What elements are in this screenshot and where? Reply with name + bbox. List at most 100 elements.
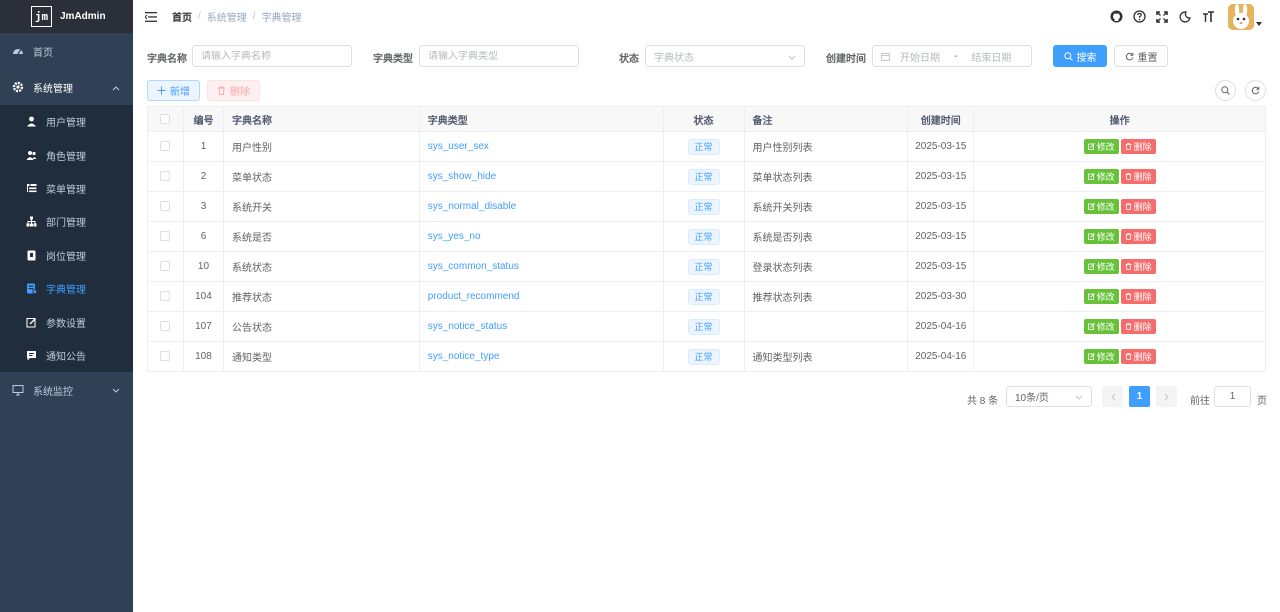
sidebar-item-menu[interactable]: 菜单管理: [0, 172, 133, 205]
delete-button[interactable]: 删除: [1120, 169, 1156, 184]
date-range-picker[interactable]: 开始日期 - 结束日期: [872, 45, 1032, 67]
row-actions: 修改 删除: [973, 221, 1266, 252]
sidebar-item-label: 通知公告: [46, 351, 86, 363]
row-checkbox[interactable]: [160, 171, 171, 182]
toggle-search-button[interactable]: [1215, 80, 1236, 101]
row-actions: 修改 删除: [973, 251, 1266, 282]
goto-page-input[interactable]: 1: [1214, 386, 1251, 407]
edit-icon: [1087, 263, 1095, 270]
delete-button[interactable]: 删除: [1120, 229, 1156, 244]
end-date-placeholder[interactable]: 结束日期: [971, 49, 1011, 64]
reset-button[interactable]: 重置: [1114, 45, 1168, 67]
delete-button[interactable]: 删除: [1120, 259, 1156, 274]
row-actions: 修改 删除: [973, 161, 1266, 192]
row-checkbox[interactable]: [160, 141, 171, 152]
dict-type-link[interactable]: sys_show_hide: [428, 171, 496, 182]
page-size-select[interactable]: 10条/页: [1006, 386, 1092, 407]
sidebar-item-role[interactable]: 角色管理: [0, 138, 133, 171]
edit-button[interactable]: 修改: [1083, 319, 1119, 334]
trash-icon: [1125, 293, 1132, 300]
dict-type-link[interactable]: product_recommend: [428, 291, 520, 302]
caret-down-icon[interactable]: [1256, 18, 1262, 29]
refresh-icon: [1251, 86, 1260, 95]
chevron-down-icon: [788, 53, 796, 64]
fullscreen-icon[interactable]: [1155, 10, 1169, 24]
delete-button-label: 删除: [1133, 322, 1152, 332]
start-date-placeholder[interactable]: 开始日期: [900, 49, 940, 64]
sidebar-item-dept[interactable]: 部门管理: [0, 205, 133, 238]
breadcrumb-home[interactable]: 首页: [172, 9, 192, 24]
moon-icon[interactable]: [1178, 10, 1192, 24]
dict-remark: 通知类型列表: [744, 341, 909, 372]
refresh-icon: [1125, 52, 1134, 61]
status-select[interactable]: 字典状态: [645, 45, 805, 67]
prev-page-button[interactable]: [1102, 386, 1123, 407]
status-badge: 正常: [687, 168, 720, 185]
dict-type-link[interactable]: sys_notice_status: [428, 321, 508, 332]
breadcrumb-current: 字典管理: [261, 13, 302, 24]
row-checkbox[interactable]: [160, 321, 171, 332]
sidebar-item-notice[interactable]: 通知公告: [0, 339, 133, 372]
github-icon[interactable]: [1109, 10, 1123, 24]
trash-icon: [1125, 143, 1132, 150]
delete-button[interactable]: 删除: [1120, 289, 1156, 304]
dashboard-icon: [12, 45, 24, 57]
batch-delete-button[interactable]: 删除: [207, 80, 260, 101]
breadcrumb-separator: /: [198, 11, 201, 22]
delete-button[interactable]: 删除: [1120, 139, 1156, 154]
dict-name-input[interactable]: [201, 50, 351, 62]
edit-button[interactable]: 修改: [1083, 169, 1119, 184]
delete-button[interactable]: 删除: [1120, 199, 1156, 214]
dict-type-link[interactable]: sys_normal_disable: [428, 201, 516, 212]
sidebar-item-user[interactable]: 用户管理: [0, 105, 133, 138]
sidebar-item-config[interactable]: 参数设置: [0, 305, 133, 338]
avatar[interactable]: [1228, 3, 1254, 30]
add-button[interactable]: 新增: [147, 80, 200, 101]
dict-name-field[interactable]: [192, 45, 352, 67]
plus-icon: [157, 86, 166, 95]
select-all-checkbox[interactable]: [160, 113, 171, 124]
dict-type-field[interactable]: [419, 45, 579, 67]
hamburger-icon[interactable]: [144, 10, 158, 24]
dict-type-link[interactable]: sys_user_sex: [428, 141, 489, 152]
sidebar-item-monitor[interactable]: 系统监控: [0, 372, 133, 408]
edit-button[interactable]: 修改: [1083, 289, 1119, 304]
row-checkbox[interactable]: [160, 261, 171, 272]
delete-button[interactable]: 删除: [1120, 349, 1156, 364]
dict-type-link[interactable]: sys_common_status: [428, 261, 519, 272]
sidebar-item-home[interactable]: 首页: [0, 33, 133, 69]
row-checkbox[interactable]: [160, 201, 171, 212]
dict-name: 推荐状态: [223, 281, 420, 312]
dict-type-label: 字典类型: [373, 54, 413, 65]
reset-button-label: 重置: [1137, 52, 1158, 64]
edit-button[interactable]: 修改: [1083, 229, 1119, 244]
dict-type-link[interactable]: sys_notice_type: [428, 351, 500, 362]
sidebar-item-post[interactable]: 岗位管理: [0, 239, 133, 272]
row-checkbox[interactable]: [160, 291, 171, 302]
row-actions: 修改 删除: [973, 341, 1266, 372]
row-checkbox[interactable]: [160, 351, 171, 362]
search-button[interactable]: 搜索: [1053, 45, 1107, 67]
dict-remark: 用户性别列表: [744, 131, 909, 162]
row-checkbox[interactable]: [160, 231, 171, 242]
status-badge: 正常: [687, 198, 720, 215]
delete-button[interactable]: 删除: [1120, 319, 1156, 334]
page-number-current[interactable]: 1: [1129, 386, 1150, 407]
edit-button[interactable]: 修改: [1083, 259, 1119, 274]
question-icon[interactable]: [1132, 10, 1146, 24]
edit-button[interactable]: 修改: [1083, 349, 1119, 364]
dict-type-link[interactable]: sys_yes_no: [428, 231, 481, 242]
edit-button[interactable]: 修改: [1083, 139, 1119, 154]
font-size-icon[interactable]: [1201, 10, 1215, 24]
refresh-table-button[interactable]: [1245, 80, 1266, 101]
sidebar-item-dict[interactable]: 字典管理: [0, 272, 133, 305]
sidebar-item-system[interactable]: 系统管理: [0, 69, 133, 105]
goto-label: 前往: [1190, 396, 1210, 407]
logo[interactable]: jm JmAdmin: [0, 0, 133, 33]
trash-icon: [1125, 263, 1132, 270]
edit-button[interactable]: 修改: [1083, 199, 1119, 214]
dict-created-time: 2025-03-15: [907, 131, 975, 162]
dict-type-input[interactable]: [428, 50, 578, 62]
edit-button-label: 修改: [1096, 262, 1115, 272]
next-page-button[interactable]: [1156, 386, 1177, 407]
